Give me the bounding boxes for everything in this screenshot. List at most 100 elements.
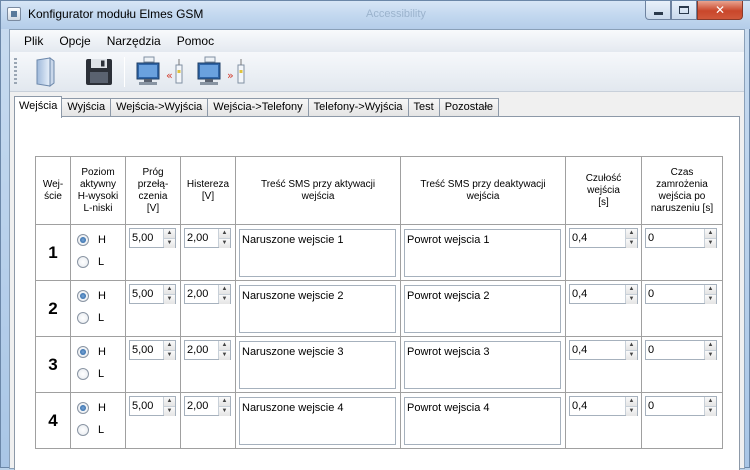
- threshold-spinner[interactable]: 5,00 ▲ ▼: [129, 396, 176, 416]
- tab-wejscia-telefony[interactable]: Wejścia->Telefony: [207, 98, 309, 117]
- radio-high-dot[interactable]: [77, 402, 89, 414]
- spin-down-icon[interactable]: ▼: [705, 294, 716, 304]
- sensitivity-spinner[interactable]: 0,4 ▲ ▼: [569, 396, 638, 416]
- radio-low[interactable]: L: [71, 363, 125, 385]
- minimize-button[interactable]: [645, 1, 671, 20]
- spin-down-icon[interactable]: ▼: [626, 238, 637, 248]
- maximize-button[interactable]: [671, 1, 697, 20]
- threshold-value[interactable]: 5,00: [130, 397, 163, 415]
- spin-up-icon[interactable]: ▲: [164, 341, 175, 350]
- spin-up-icon[interactable]: ▲: [219, 229, 230, 238]
- hysteresis-spinner[interactable]: 2,00 ▲ ▼: [184, 284, 231, 304]
- radio-low-dot[interactable]: [77, 312, 89, 324]
- spin-down-icon[interactable]: ▼: [219, 294, 230, 304]
- radio-high-dot[interactable]: [77, 234, 89, 246]
- hysteresis-value[interactable]: 2,00: [185, 397, 218, 415]
- sensitivity-value[interactable]: 0,4: [570, 397, 625, 415]
- radio-high[interactable]: H: [71, 285, 125, 307]
- hysteresis-spinner[interactable]: 2,00 ▲ ▼: [184, 340, 231, 360]
- hysteresis-arrows[interactable]: ▲ ▼: [218, 341, 230, 360]
- hysteresis-arrows[interactable]: ▲ ▼: [218, 397, 230, 416]
- tab-wejscia[interactable]: Wejścia: [14, 96, 63, 118]
- spin-up-icon[interactable]: ▲: [705, 285, 716, 294]
- threshold-arrows[interactable]: ▲ ▼: [163, 341, 175, 360]
- freeze-time-arrows[interactable]: ▲ ▼: [704, 397, 716, 416]
- hysteresis-arrows[interactable]: ▲ ▼: [218, 229, 230, 248]
- freeze-time-spinner[interactable]: 0 ▲ ▼: [645, 284, 717, 304]
- tab-wejscia-wyjscia[interactable]: Wejścia->Wyjścia: [110, 98, 209, 117]
- hysteresis-value[interactable]: 2,00: [185, 229, 218, 247]
- sms-activation-input[interactable]: Naruszone wejscie 2: [239, 285, 396, 333]
- save-button[interactable]: [82, 55, 116, 89]
- sms-deactivation-input[interactable]: Powrot wejscia 4: [404, 397, 561, 445]
- hysteresis-value[interactable]: 2,00: [185, 285, 218, 303]
- radio-high-dot[interactable]: [77, 290, 89, 302]
- menu-opcje[interactable]: Opcje: [51, 34, 98, 48]
- sensitivity-value[interactable]: 0,4: [570, 285, 625, 303]
- freeze-time-arrows[interactable]: ▲ ▼: [704, 341, 716, 360]
- spin-down-icon[interactable]: ▼: [219, 238, 230, 248]
- hysteresis-value[interactable]: 2,00: [185, 341, 218, 359]
- threshold-value[interactable]: 5,00: [130, 341, 163, 359]
- freeze-time-arrows[interactable]: ▲ ▼: [704, 229, 716, 248]
- sms-deactivation-input[interactable]: Powrot wejscia 2: [404, 285, 561, 333]
- hysteresis-spinner[interactable]: 2,00 ▲ ▼: [184, 228, 231, 248]
- sensitivity-arrows[interactable]: ▲ ▼: [625, 397, 637, 416]
- freeze-time-value[interactable]: 0: [646, 341, 704, 359]
- sms-deactivation-input[interactable]: Powrot wejscia 3: [404, 341, 561, 389]
- title-bar[interactable]: Konfigurator modułu Elmes GSM Accessibil…: [1, 1, 750, 29]
- close-button[interactable]: ✕: [697, 1, 743, 20]
- radio-low[interactable]: L: [71, 251, 125, 273]
- radio-high[interactable]: H: [71, 229, 125, 251]
- spin-up-icon[interactable]: ▲: [164, 397, 175, 406]
- spin-up-icon[interactable]: ▲: [626, 285, 637, 294]
- spin-down-icon[interactable]: ▼: [164, 350, 175, 360]
- spin-up-icon[interactable]: ▲: [705, 341, 716, 350]
- spin-down-icon[interactable]: ▼: [164, 294, 175, 304]
- threshold-spinner[interactable]: 5,00 ▲ ▼: [129, 284, 176, 304]
- threshold-spinner[interactable]: 5,00 ▲ ▼: [129, 228, 176, 248]
- sensitivity-spinner[interactable]: 0,4 ▲ ▼: [569, 228, 638, 248]
- radio-low-dot[interactable]: [77, 368, 89, 380]
- spin-down-icon[interactable]: ▼: [626, 294, 637, 304]
- write-to-device-button[interactable]: »: [196, 55, 248, 89]
- radio-high-dot[interactable]: [77, 346, 89, 358]
- freeze-time-spinner[interactable]: 0 ▲ ▼: [645, 340, 717, 360]
- radio-high[interactable]: H: [71, 341, 125, 363]
- hysteresis-arrows[interactable]: ▲ ▼: [218, 285, 230, 304]
- tab-telefony-wyjscia[interactable]: Telefony->Wyjścia: [307, 98, 409, 117]
- tab-pozostale[interactable]: Pozostałe: [438, 98, 500, 117]
- threshold-arrows[interactable]: ▲ ▼: [163, 285, 175, 304]
- sensitivity-value[interactable]: 0,4: [570, 229, 625, 247]
- spin-up-icon[interactable]: ▲: [705, 397, 716, 406]
- spin-up-icon[interactable]: ▲: [705, 229, 716, 238]
- spin-down-icon[interactable]: ▼: [705, 406, 716, 416]
- sms-activation-input[interactable]: Naruszone wejscie 4: [239, 397, 396, 445]
- radio-low-dot[interactable]: [77, 424, 89, 436]
- radio-low[interactable]: L: [71, 307, 125, 329]
- threshold-value[interactable]: 5,00: [130, 229, 163, 247]
- threshold-value[interactable]: 5,00: [130, 285, 163, 303]
- sms-activation-input[interactable]: Naruszone wejscie 3: [239, 341, 396, 389]
- tab-wyjscia[interactable]: Wyjścia: [61, 98, 112, 117]
- sms-activation-input[interactable]: Naruszone wejscie 1: [239, 229, 396, 277]
- spin-down-icon[interactable]: ▼: [705, 350, 716, 360]
- tab-test[interactable]: Test: [407, 98, 440, 117]
- spin-up-icon[interactable]: ▲: [626, 397, 637, 406]
- spin-down-icon[interactable]: ▼: [705, 238, 716, 248]
- freeze-time-value[interactable]: 0: [646, 397, 704, 415]
- sensitivity-spinner[interactable]: 0,4 ▲ ▼: [569, 284, 638, 304]
- spin-up-icon[interactable]: ▲: [626, 229, 637, 238]
- open-button[interactable]: [28, 55, 62, 89]
- spin-down-icon[interactable]: ▼: [219, 406, 230, 416]
- spin-up-icon[interactable]: ▲: [219, 285, 230, 294]
- spin-down-icon[interactable]: ▼: [164, 238, 175, 248]
- freeze-time-spinner[interactable]: 0 ▲ ▼: [645, 396, 717, 416]
- menu-plik[interactable]: Plik: [16, 34, 51, 48]
- sensitivity-arrows[interactable]: ▲ ▼: [625, 341, 637, 360]
- menu-narzedzia[interactable]: Narzędzia: [99, 34, 169, 48]
- read-from-device-button[interactable]: «: [135, 55, 185, 89]
- freeze-time-arrows[interactable]: ▲ ▼: [704, 285, 716, 304]
- threshold-spinner[interactable]: 5,00 ▲ ▼: [129, 340, 176, 360]
- radio-low-dot[interactable]: [77, 256, 89, 268]
